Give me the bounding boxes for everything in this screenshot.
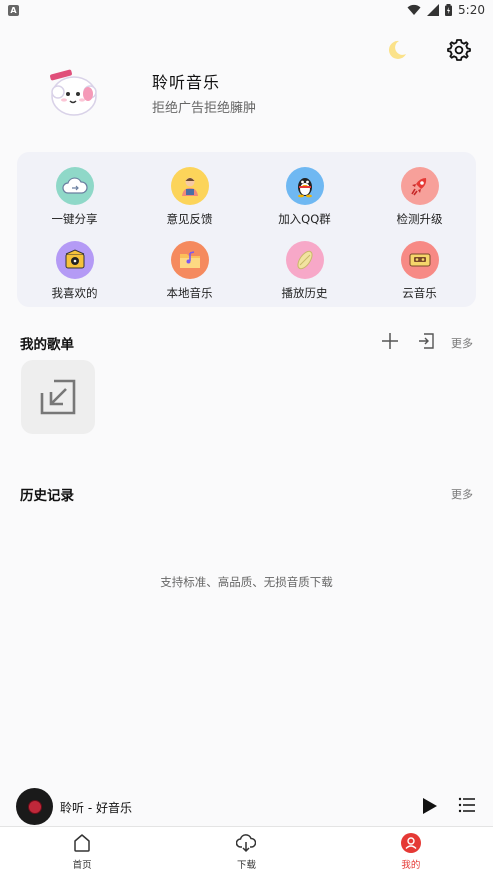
import-playlist-tile[interactable] bbox=[21, 360, 95, 434]
profile-icon bbox=[400, 833, 421, 853]
import-arrow-icon bbox=[40, 379, 76, 415]
quick-action-label: 加入QQ群 bbox=[278, 212, 331, 226]
quick-action-label: 播放历史 bbox=[281, 286, 328, 300]
settings-gear-icon[interactable] bbox=[447, 38, 471, 62]
quick-action-cloud-music[interactable]: 云音乐 bbox=[362, 241, 477, 315]
bottom-tab-bar: 首页 下载 我的 bbox=[0, 826, 493, 876]
quick-action-local-music[interactable]: 本地音乐 bbox=[132, 241, 247, 315]
quick-action-label: 一键分享 bbox=[51, 212, 98, 226]
quick-action-share[interactable]: 一键分享 bbox=[17, 167, 132, 241]
status-icons: 5:20 bbox=[407, 3, 485, 17]
tab-download[interactable]: 下载 bbox=[164, 827, 328, 876]
add-playlist-plus-icon[interactable] bbox=[381, 332, 399, 350]
quick-action-label: 检测升级 bbox=[396, 212, 443, 226]
battery-icon bbox=[445, 4, 453, 16]
history-empty-text: 支持标准、高品质、无损音质下载 bbox=[160, 575, 333, 589]
status-bar: A 5:20 bbox=[0, 0, 493, 22]
import-playlist-icon[interactable] bbox=[417, 332, 435, 350]
share-cloud-icon bbox=[55, 167, 94, 205]
tab-label: 我的 bbox=[401, 860, 421, 871]
avatar[interactable] bbox=[44, 66, 102, 118]
mini-player[interactable]: 聆听 - 好音乐 bbox=[0, 786, 493, 826]
quick-action-qq-group[interactable]: 加入QQ群 bbox=[247, 167, 362, 241]
liked-music-icon bbox=[55, 241, 94, 279]
playlist-queue-icon[interactable] bbox=[458, 796, 476, 814]
album-disc-icon[interactable] bbox=[16, 788, 53, 825]
tab-label: 首页 bbox=[72, 860, 92, 871]
now-playing-title: 聆听 - 好音乐 bbox=[60, 801, 132, 815]
tab-mine[interactable]: 我的 bbox=[329, 827, 493, 876]
playlists-title: 我的歌单 bbox=[20, 337, 74, 353]
history-record-icon bbox=[285, 241, 324, 279]
quick-action-history[interactable]: 播放历史 bbox=[247, 241, 362, 315]
tab-home[interactable]: 首页 bbox=[0, 827, 164, 876]
profile-name: 聆听音乐 bbox=[152, 72, 221, 92]
cloud-cassette-icon bbox=[400, 241, 439, 279]
quick-action-label: 本地音乐 bbox=[166, 286, 213, 300]
feedback-person-icon bbox=[170, 167, 209, 205]
profile-header[interactable]: 聆听音乐 拒绝广告拒绝臃肿 bbox=[44, 66, 256, 118]
history-more-link[interactable]: 更多 bbox=[451, 486, 473, 502]
rocket-icon bbox=[400, 167, 439, 205]
quick-action-label: 意见反馈 bbox=[166, 212, 213, 226]
quick-action-label: 云音乐 bbox=[402, 286, 437, 300]
home-icon bbox=[74, 834, 90, 852]
quick-actions-card: 一键分享 意见反馈 加入QQ群 检测升级 我喜欢的 本地音乐 播放历史 云音乐 bbox=[17, 152, 476, 307]
quick-action-liked[interactable]: 我喜欢的 bbox=[17, 241, 132, 315]
history-title: 历史记录 bbox=[20, 488, 74, 504]
profile-subtitle: 拒绝广告拒绝臃肿 bbox=[152, 100, 257, 116]
quick-action-check-update[interactable]: 检测升级 bbox=[362, 167, 477, 241]
notification-a-icon: A bbox=[8, 5, 19, 16]
quick-action-label: 我喜欢的 bbox=[51, 286, 98, 300]
wifi-icon bbox=[407, 4, 421, 15]
quick-action-feedback[interactable]: 意见反馈 bbox=[132, 167, 247, 241]
qq-penguin-icon bbox=[285, 167, 324, 205]
tab-label: 下载 bbox=[236, 860, 256, 871]
play-icon[interactable] bbox=[422, 797, 438, 815]
signal-icon bbox=[427, 4, 440, 16]
local-music-folder-icon bbox=[170, 241, 209, 279]
cloud-download-icon bbox=[236, 834, 257, 853]
night-mode-moon-icon[interactable] bbox=[385, 38, 409, 62]
playlists-more-link[interactable]: 更多 bbox=[451, 335, 473, 351]
status-time: 5:20 bbox=[458, 3, 485, 17]
